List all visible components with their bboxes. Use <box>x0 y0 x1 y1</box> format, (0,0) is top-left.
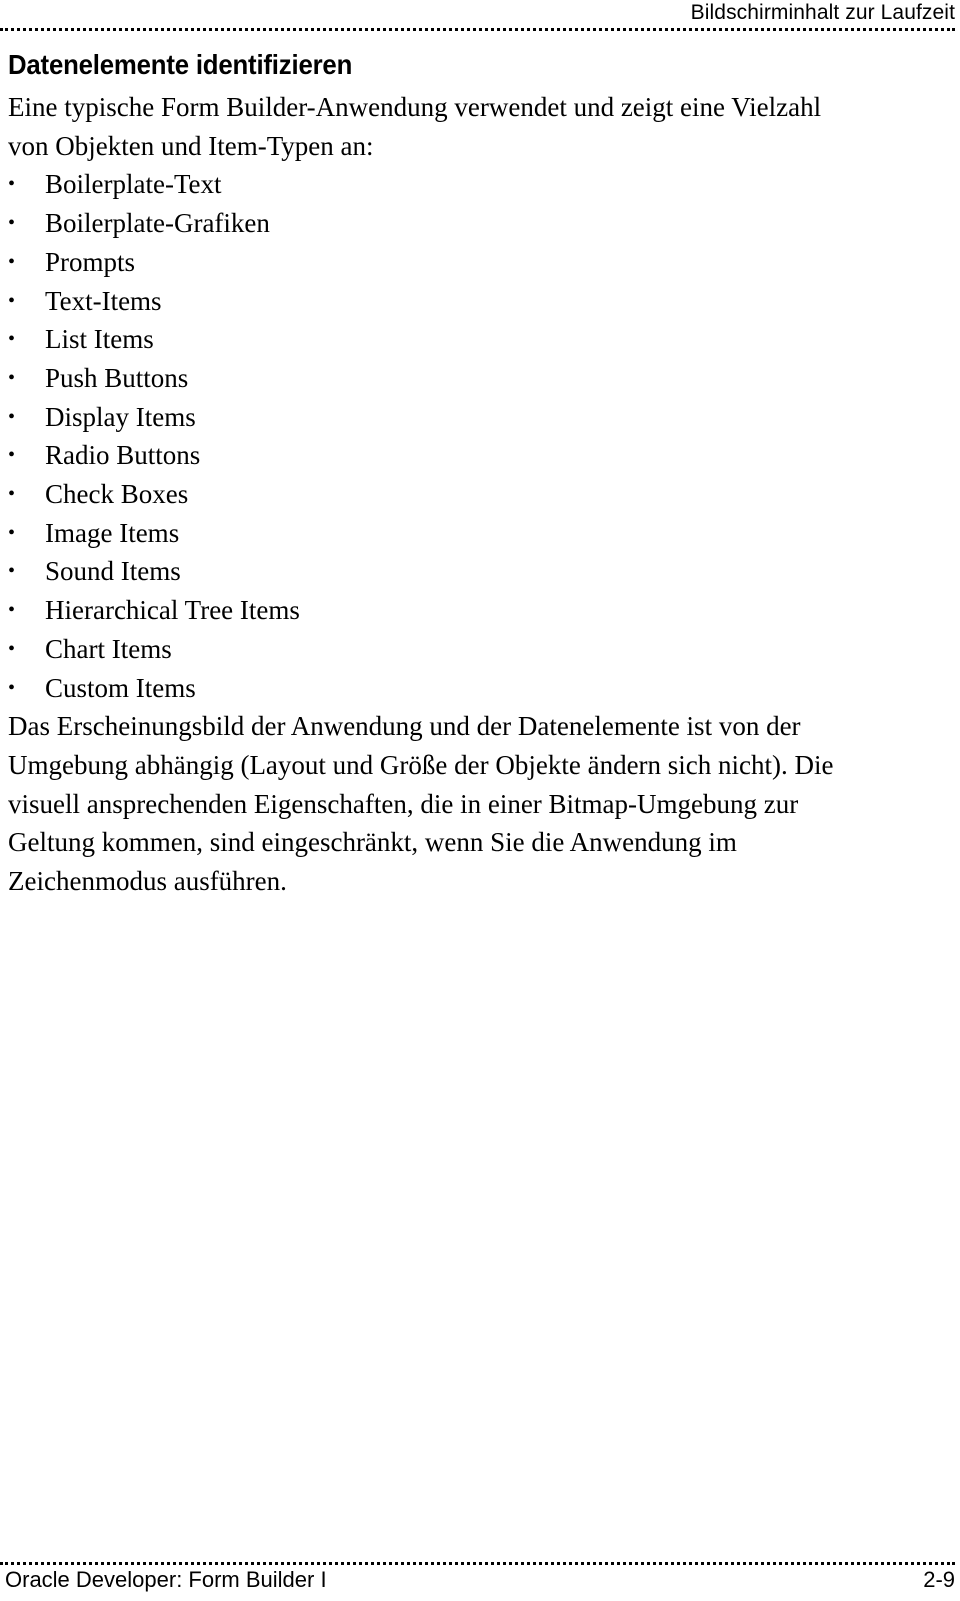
bullet-icon: • <box>8 212 16 235</box>
bullet-icon: • <box>8 637 16 660</box>
closing-paragraph-line: Das Erscheinungsbild der Anwendung und d… <box>8 711 801 742</box>
bullet-icon: • <box>8 289 16 312</box>
list-item-label: Chart Items <box>45 633 172 664</box>
list-item: • Image Items <box>8 514 878 553</box>
list-item-label: Prompts <box>45 246 136 277</box>
bullet-icon: • <box>8 250 16 273</box>
closing-paragraph: Das Erscheinungsbild der Anwendung und d… <box>8 707 878 901</box>
intro-paragraph-line: Eine typische Form Builder-Anwendung ver… <box>8 92 822 122</box>
bullet-icon: • <box>8 173 16 196</box>
list-item: • Check Boxes <box>8 475 878 514</box>
list-item: • Custom Items <box>8 669 878 708</box>
bullet-icon: • <box>8 328 16 351</box>
list-item-label: Boilerplate-Text <box>45 169 222 200</box>
list-item: • Prompts <box>8 243 878 282</box>
list-item: • List Items <box>8 320 878 359</box>
page-title: Datenelemente identifizieren <box>8 49 353 80</box>
list-item: • Radio Buttons <box>8 436 878 475</box>
list-item: • Sound Items <box>8 552 878 591</box>
bullet-icon: • <box>8 405 16 428</box>
closing-paragraph-line: Zeichenmodus ausführen. <box>8 866 287 897</box>
bullet-icon: • <box>8 599 16 622</box>
intro-paragraph: Eine typische Form Builder-Anwendung ver… <box>8 88 878 165</box>
list-item: • Boilerplate-Grafiken <box>8 204 878 243</box>
closing-paragraph-line: visuell ansprechenden Eigenschaften, die… <box>8 788 799 819</box>
list-item: • Boilerplate-Text <box>8 165 878 204</box>
list-item-label: Push Buttons <box>45 362 189 393</box>
bullet-icon: • <box>8 366 16 389</box>
bullet-icon: • <box>8 521 16 544</box>
footer-course-title: Oracle Developer: Form Builder I <box>5 1567 327 1592</box>
list-item-label: Boilerplate-Grafiken <box>45 208 270 239</box>
list-item-label: Sound Items <box>45 556 181 587</box>
list-item-label: Text-Items <box>45 285 162 316</box>
bullet-icon: • <box>8 483 16 506</box>
intro-paragraph-line: von Objekten und Item-Typen an: <box>8 130 374 161</box>
list-item-label: Radio Buttons <box>45 440 201 471</box>
list-item: • Push Buttons <box>8 359 878 398</box>
list-item-label: Check Boxes <box>45 479 189 510</box>
footer-page-number: 2-9 <box>923 1567 955 1592</box>
bullet-icon: • <box>8 444 16 467</box>
running-header-title: Bildschirminhalt zur Laufzeit <box>690 1 955 24</box>
list-item: • Text-Items <box>8 282 878 321</box>
closing-paragraph-line: Umgebung abhängig (Layout und Größe der … <box>8 749 834 780</box>
page-footer: Oracle Developer: Form Builder I 2-9 <box>5 1566 955 1596</box>
list-item-label: Custom Items <box>45 672 196 703</box>
list-item-label: Image Items <box>45 517 180 548</box>
header-divider <box>0 28 955 31</box>
bullet-icon: • <box>8 676 16 699</box>
list-item: • Chart Items <box>8 630 878 669</box>
item-types-list: • Boilerplate-Text • Boilerplate-Grafike… <box>8 165 878 707</box>
closing-paragraph-line: Geltung kommen, sind eingeschränkt, wenn… <box>8 827 737 858</box>
document-page: Bildschirminhalt zur Laufzeit Dateneleme… <box>0 0 960 1601</box>
list-item: • Display Items <box>8 398 878 437</box>
bullet-icon: • <box>8 560 16 583</box>
footer-divider <box>0 1562 955 1565</box>
list-item-label: Hierarchical Tree Items <box>45 595 300 626</box>
list-item-label: Display Items <box>45 401 196 432</box>
body-content: Eine typische Form Builder-Anwendung ver… <box>8 88 878 901</box>
list-item-label: List Items <box>45 324 154 355</box>
list-item: • Hierarchical Tree Items <box>8 591 878 630</box>
